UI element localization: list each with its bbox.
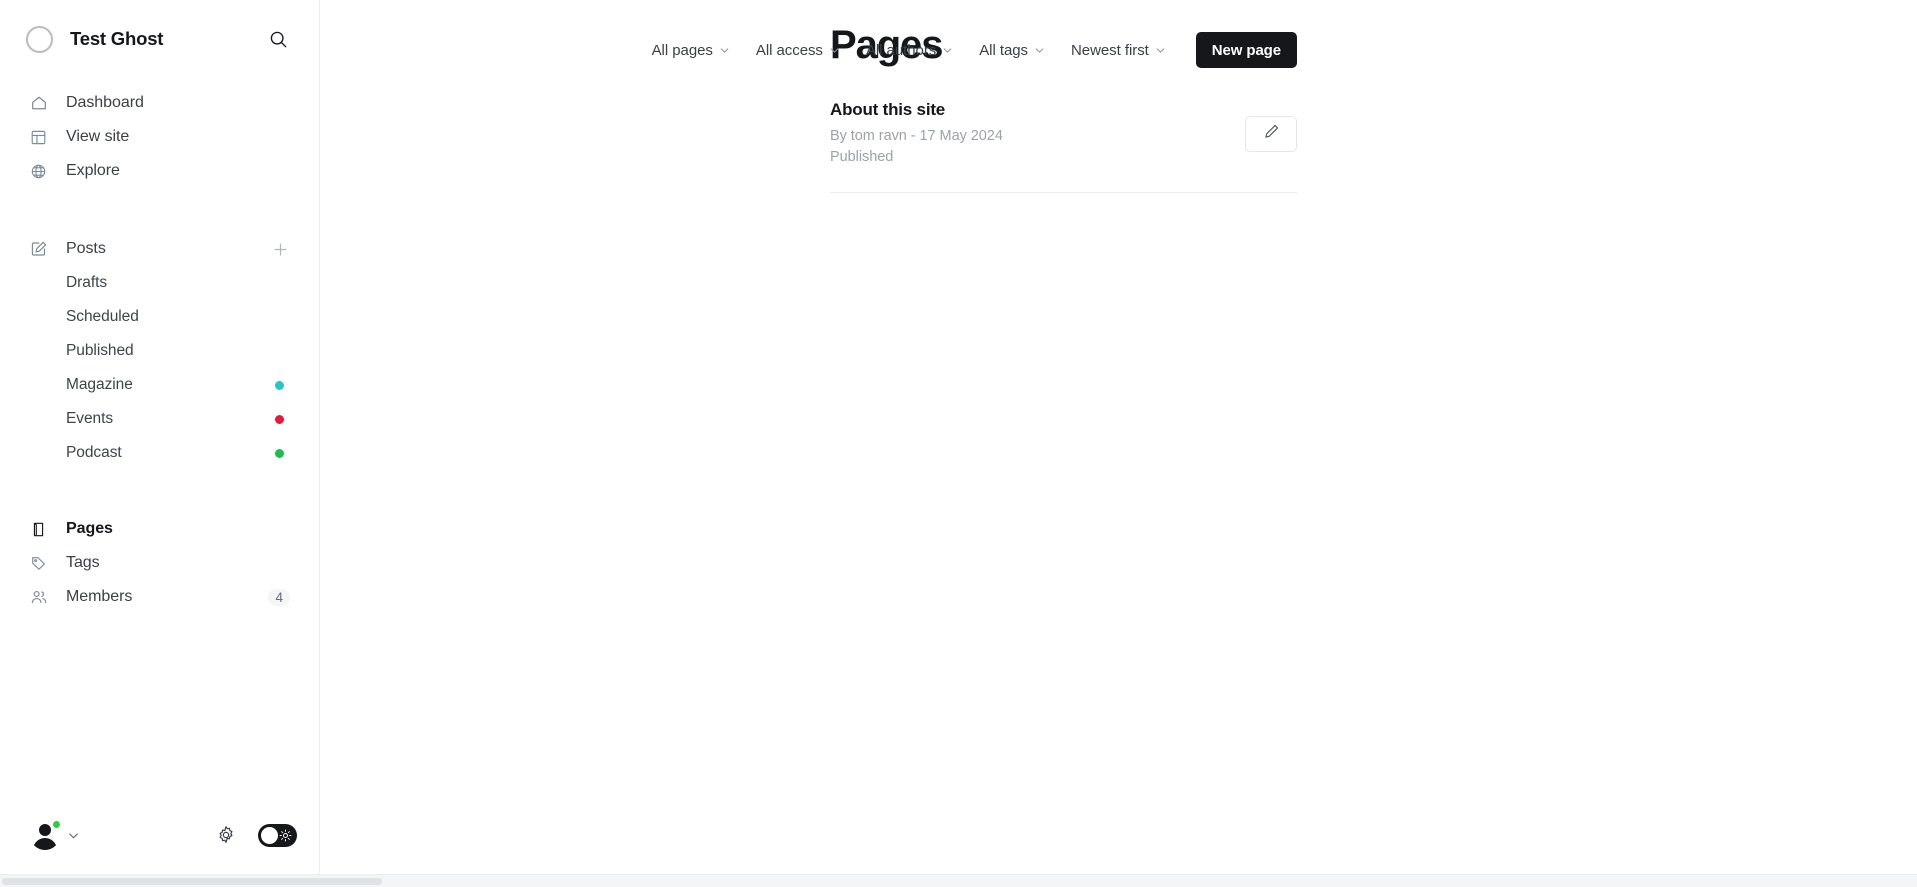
sidebar-item-members[interactable]: Members 4 — [0, 580, 319, 614]
sidebar-item-label: Podcast — [66, 444, 122, 461]
sidebar-item-label: Scheduled — [66, 308, 139, 325]
sidebar-item-label: Pages — [66, 520, 113, 537]
theme-mode-toggle[interactable] — [258, 823, 297, 847]
sidebar-item-drafts[interactable]: Drafts — [0, 266, 319, 300]
brand-row: Test Ghost — [0, 0, 319, 78]
sidebar-item-published[interactable]: Published — [0, 334, 319, 368]
sidebar-item-label: Members — [66, 588, 133, 605]
edit-page-button[interactable] — [1245, 115, 1297, 152]
filter-all-tags[interactable]: All tags — [979, 42, 1045, 59]
ghost-logo-circle-icon[interactable] — [26, 25, 53, 53]
sidebar-item-explore[interactable]: Explore — [0, 154, 319, 188]
home-icon — [28, 93, 49, 114]
sidebar-item-pages[interactable]: Pages — [0, 512, 319, 546]
members-count-badge: 4 — [268, 588, 290, 606]
sidebar-item-label: Explore — [66, 162, 120, 179]
nav-group-pages: Pages Tags Members 4 — [0, 512, 319, 614]
book-icon — [28, 519, 49, 540]
sidebar-item-scheduled[interactable]: Scheduled — [0, 300, 319, 334]
list-item-title: About this site — [830, 100, 946, 119]
main-content: Pages All pages All access All authors A… — [320, 0, 1917, 887]
filter-all-authors[interactable]: All authors — [866, 42, 953, 59]
sidebar-item-label: Published — [66, 342, 134, 359]
filter-label: Newest first — [1071, 41, 1149, 59]
filter-label: All access — [755, 41, 823, 59]
page-header: Pages All pages All access All authors A… — [320, 0, 1917, 78]
sidebar-item-view-site[interactable]: View site — [0, 120, 319, 154]
sidebar-item-podcast[interactable]: Podcast — [0, 436, 319, 470]
sidebar: Test Ghost Dashboard View site Explore P… — [0, 0, 320, 887]
chevron-down-icon — [829, 45, 840, 56]
filter-label: All tags — [979, 41, 1029, 59]
status-badge: Published — [830, 148, 894, 165]
ghost-admin-app: Test Ghost Dashboard View site Explore P… — [0, 0, 1917, 887]
sidebar-item-label: Drafts — [66, 274, 108, 291]
filter-all-pages[interactable]: All pages — [652, 42, 730, 59]
filter-label: All authors — [865, 41, 937, 59]
search-icon[interactable] — [263, 24, 293, 54]
sidebar-item-dashboard[interactable]: Dashboard — [0, 86, 319, 120]
sidebar-item-label: Dashboard — [66, 94, 144, 111]
avatar-body — [33, 838, 57, 850]
globe-icon — [28, 161, 49, 182]
nav-group-main: Dashboard View site Explore — [0, 86, 319, 188]
pencil-square-icon — [28, 239, 49, 260]
tag-icon — [28, 553, 49, 574]
sidebar-item-tags[interactable]: Tags — [0, 546, 319, 580]
layout-icon — [28, 127, 49, 148]
horizontal-scrollbar[interactable] — [0, 874, 1917, 887]
sidebar-item-label: Tags — [66, 554, 100, 571]
toggle-knob — [261, 826, 278, 844]
members-icon — [28, 587, 49, 608]
list-item-meta: By tom ravn - 17 May 2024 — [830, 128, 1003, 144]
filter-sort-order[interactable]: Newest first — [1071, 42, 1166, 59]
sidebar-item-magazine[interactable]: Magazine — [0, 368, 319, 402]
nav-group-posts: Posts Drafts Scheduled Published Magazin… — [0, 232, 319, 470]
chevron-down-icon[interactable] — [66, 828, 81, 843]
chevron-down-icon — [1034, 45, 1045, 56]
sidebar-top: Test Ghost Dashboard View site Explore P… — [0, 0, 319, 801]
avatar[interactable] — [30, 820, 61, 850]
pages-list: About this site By tom ravn - 17 May 202… — [320, 78, 1917, 194]
sidebar-item-label: Magazine — [66, 376, 133, 393]
online-status-dot — [52, 820, 61, 829]
sidebar-item-events[interactable]: Events — [0, 402, 319, 436]
site-title: Test Ghost — [70, 28, 164, 49]
tag-color-dot — [275, 414, 284, 424]
sidebar-item-label: View site — [66, 128, 130, 145]
plus-icon[interactable] — [267, 236, 293, 262]
sidebar-item-label: Events — [66, 410, 114, 427]
chevron-down-icon — [719, 45, 730, 56]
filter-label: All pages — [651, 41, 713, 59]
chevron-down-icon — [942, 45, 953, 56]
avatar-head — [39, 824, 51, 836]
new-page-button[interactable]: New page — [1195, 32, 1297, 68]
chevron-down-icon — [1155, 45, 1166, 56]
scrollbar-thumb[interactable] — [2, 878, 382, 885]
gear-icon[interactable] — [212, 821, 240, 849]
sun-icon — [278, 828, 293, 843]
sidebar-item-label: Posts — [66, 240, 106, 257]
tag-color-dot — [275, 380, 284, 390]
list-item[interactable]: About this site By tom ravn - 17 May 202… — [830, 78, 1297, 194]
filter-bar: All pages All access All authors All tag… — [652, 32, 1297, 68]
pencil-icon — [1263, 123, 1280, 145]
tag-color-dot — [275, 448, 284, 458]
sidebar-item-posts[interactable]: Posts — [0, 232, 319, 266]
list-item-content: About this site By tom ravn - 17 May 202… — [830, 100, 1245, 167]
filter-all-access[interactable]: All access — [756, 42, 840, 59]
